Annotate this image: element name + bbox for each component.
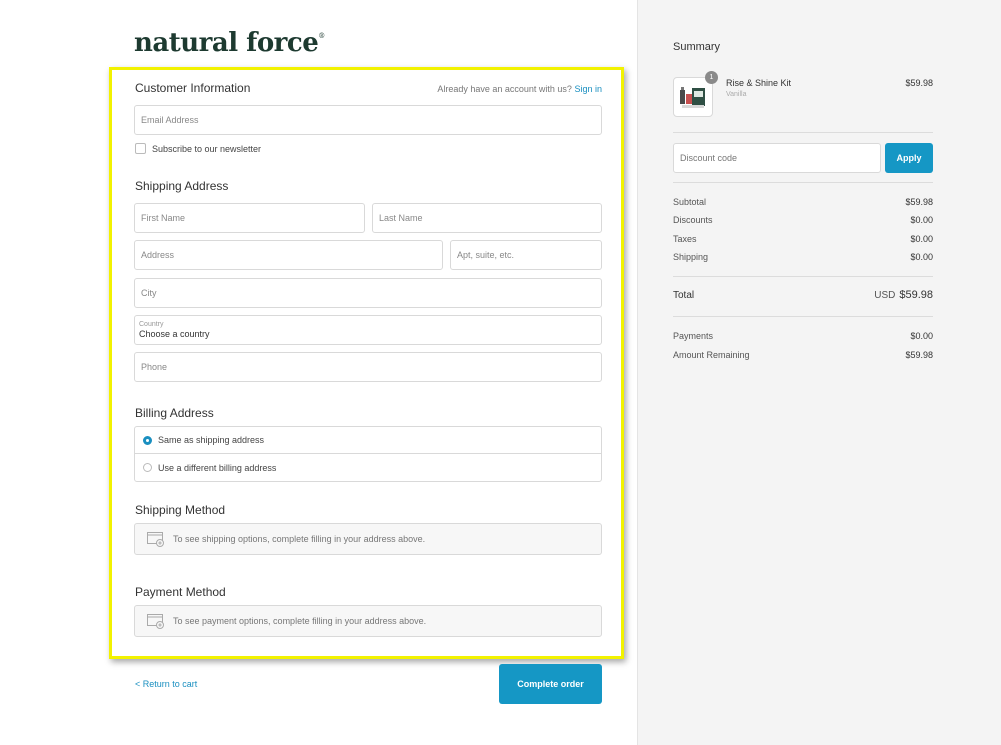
browser-add-icon (147, 613, 164, 629)
discount-code-field[interactable] (673, 143, 881, 173)
total-currency: USD (874, 290, 896, 301)
newsletter-checkbox[interactable] (135, 143, 146, 154)
city-input[interactable] (139, 287, 597, 299)
browser-add-icon (147, 531, 164, 547)
return-to-cart-link[interactable]: < Return to cart (135, 679, 197, 689)
logo-registered-mark: ® (318, 32, 325, 40)
checkout-form-panel: natural force® Customer Information Alre… (0, 0, 637, 745)
order-summary-panel: Summary 1 Rise & Shine Kit Vanilla $59.9… (637, 0, 1001, 745)
last-name-field[interactable] (372, 203, 602, 233)
address-field[interactable] (134, 240, 443, 270)
summary-divider (673, 182, 933, 183)
summary-divider (673, 132, 933, 133)
email-field[interactable] (134, 105, 602, 135)
country-value: Choose a country (139, 329, 210, 339)
billing-same-radio[interactable] (143, 435, 152, 445)
shipping-label: Shipping (673, 252, 709, 262)
apt-field[interactable] (450, 240, 602, 270)
sign-in-link[interactable]: Sign in (574, 84, 602, 94)
account-prompt: Already have an account with us? Sign in (437, 84, 602, 94)
shipping-method-message: To see shipping options, complete fillin… (173, 534, 426, 544)
taxes-label: Taxes (673, 234, 697, 244)
product-image-icon (680, 87, 705, 108)
total-value: $59.98 (899, 289, 933, 301)
newsletter-option[interactable]: Subscribe to our newsletter (135, 143, 261, 154)
shipping-address-title: Shipping Address (135, 179, 229, 193)
shipping-method-notice: To see shipping options, complete fillin… (134, 523, 602, 555)
payment-method-message: To see payment options, complete filling… (173, 616, 427, 626)
apply-discount-button[interactable]: Apply (885, 143, 933, 173)
product-thumbnail: 1 (673, 71, 718, 117)
shipping-value: $0.00 (910, 252, 933, 262)
billing-option-same[interactable]: Same as shipping address (135, 427, 601, 454)
amount-remaining-label: Amount Remaining (673, 350, 750, 360)
discounts-label: Discounts (673, 215, 713, 225)
country-select[interactable]: Country Choose a country (134, 315, 602, 345)
billing-different-label: Use a different billing address (158, 462, 277, 473)
total-amount: USD $59.98 (874, 289, 933, 301)
city-field[interactable] (134, 278, 602, 308)
discounts-value: $0.00 (910, 215, 933, 225)
phone-input[interactable] (139, 361, 597, 373)
product-price: $59.98 (905, 78, 933, 88)
first-name-field[interactable] (134, 203, 365, 233)
payments-value: $0.00 (910, 331, 933, 341)
subtotal-label: Subtotal (673, 197, 707, 207)
apt-input[interactable] (455, 249, 597, 261)
discount-code-input[interactable] (678, 152, 876, 164)
payments-label: Payments (673, 331, 714, 341)
amount-remaining-value: $59.98 (905, 350, 933, 360)
complete-order-button[interactable]: Complete order (499, 664, 602, 704)
brand-logo[interactable]: natural force® (134, 28, 325, 58)
account-prompt-text: Already have an account with us? (437, 84, 572, 94)
shipping-method-title: Shipping Method (135, 503, 226, 517)
product-name: Rise & Shine Kit (726, 78, 792, 88)
subtotal-value: $59.98 (905, 197, 933, 207)
email-input[interactable] (139, 114, 597, 126)
first-name-input[interactable] (139, 212, 360, 224)
billing-options: Same as shipping address Use a different… (134, 426, 602, 482)
summary-divider (673, 316, 933, 317)
address-input[interactable] (139, 249, 438, 261)
product-variant: Vanilla (726, 91, 747, 98)
billing-different-radio[interactable] (143, 463, 152, 472)
newsletter-label: Subscribe to our newsletter (152, 143, 262, 154)
quantity-badge: 1 (705, 71, 718, 84)
payment-method-title: Payment Method (135, 585, 226, 599)
country-label: Country (139, 321, 164, 328)
taxes-value: $0.00 (910, 234, 933, 244)
total-label: Total (673, 290, 695, 301)
summary-title: Summary (673, 41, 721, 53)
billing-address-title: Billing Address (135, 406, 214, 420)
billing-option-different[interactable]: Use a different billing address (135, 454, 601, 481)
payment-method-notice: To see payment options, complete filling… (134, 605, 602, 637)
customer-info-title: Customer Information (135, 81, 251, 95)
billing-same-label: Same as shipping address (158, 435, 265, 445)
last-name-input[interactable] (377, 212, 597, 224)
summary-divider (673, 276, 933, 277)
phone-field[interactable] (134, 352, 602, 382)
logo-text: natural force (134, 28, 319, 58)
